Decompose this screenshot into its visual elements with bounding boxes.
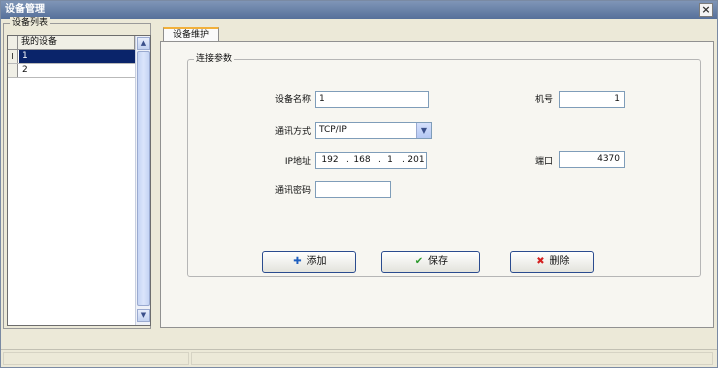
ip-segment-1[interactable]: 192 xyxy=(320,153,340,168)
device-cell[interactable]: 1 xyxy=(19,50,136,63)
row-indicator: I xyxy=(8,50,18,63)
ip-segment-4[interactable]: 201 xyxy=(406,153,426,168)
chevron-up-icon[interactable]: ▲ xyxy=(137,37,150,50)
machine-number-field[interactable]: 1 xyxy=(559,91,625,108)
window-title: 设备管理 xyxy=(5,4,45,15)
device-list-group: 设备列表 我的设备 I 1 2 ▲ ▼ xyxy=(3,17,151,329)
comm-password-field[interactable] xyxy=(315,181,391,198)
add-button[interactable]: ✚ 添加 xyxy=(262,251,356,273)
device-name-label: 设备名称 xyxy=(274,95,311,105)
delete-button[interactable]: ✖ 删除 xyxy=(510,251,594,273)
vertical-scrollbar[interactable]: ▲ ▼ xyxy=(135,36,150,325)
port-field[interactable]: 4370 xyxy=(559,151,625,168)
comm-mode-label: 通讯方式 xyxy=(274,127,311,137)
table-row[interactable]: I 1 xyxy=(8,50,136,64)
ip-address-label: IP地址 xyxy=(284,157,311,167)
column-header-my-devices[interactable]: 我的设备 xyxy=(19,36,135,49)
save-button[interactable]: ✔ 保存 xyxy=(381,251,480,273)
comm-mode-value: TCP/IP xyxy=(319,125,347,135)
status-pane xyxy=(191,352,713,365)
device-cell[interactable]: 2 xyxy=(19,64,136,77)
chevron-down-icon[interactable]: ▼ xyxy=(137,309,150,322)
add-button-label: 添加 xyxy=(306,256,327,267)
tab-device-maintenance[interactable]: 设备维护 xyxy=(163,27,219,42)
delete-button-label: 删除 xyxy=(549,256,570,267)
plus-icon: ✚ xyxy=(293,256,302,267)
ip-dot: . xyxy=(378,155,381,165)
chevron-down-icon[interactable]: ▼ xyxy=(416,123,431,138)
device-name-field[interactable]: 1 xyxy=(315,91,429,108)
machine-number-label: 机号 xyxy=(534,95,553,105)
table-row[interactable]: 2 xyxy=(8,64,136,78)
row-header-corner xyxy=(8,36,18,49)
device-list-group-title: 设备列表 xyxy=(10,17,51,29)
comm-mode-select[interactable]: TCP/IP ▼ xyxy=(315,122,432,139)
ip-dot: . xyxy=(346,155,349,165)
device-grid[interactable]: 我的设备 I 1 2 ▲ ▼ xyxy=(7,35,151,326)
device-management-window: 设备管理 × 设备列表 我的设备 I 1 2 ▲ ▼ 设备维护 连接参数 设备名… xyxy=(0,0,718,368)
ip-segment-2[interactable]: 168 xyxy=(352,153,372,168)
ip-dot: . xyxy=(402,155,405,165)
port-label: 端口 xyxy=(534,157,553,167)
comm-password-label: 通讯密码 xyxy=(274,186,311,196)
ip-segment-3[interactable]: 1 xyxy=(382,153,398,168)
status-pane xyxy=(3,352,189,365)
row-indicator xyxy=(8,64,18,77)
save-button-label: 保存 xyxy=(428,256,448,267)
x-icon: ✖ xyxy=(536,256,545,267)
title-bar: 设备管理 × xyxy=(1,1,717,19)
status-bar xyxy=(1,349,717,367)
scrollbar-thumb[interactable] xyxy=(137,51,150,306)
connection-params-title: 连接参数 xyxy=(194,53,235,65)
ip-address-field[interactable]: 192 . 168 . 1 . 201 xyxy=(315,152,427,169)
close-icon[interactable]: × xyxy=(699,3,713,17)
grid-header: 我的设备 xyxy=(8,36,136,50)
check-icon: ✔ xyxy=(414,256,424,267)
